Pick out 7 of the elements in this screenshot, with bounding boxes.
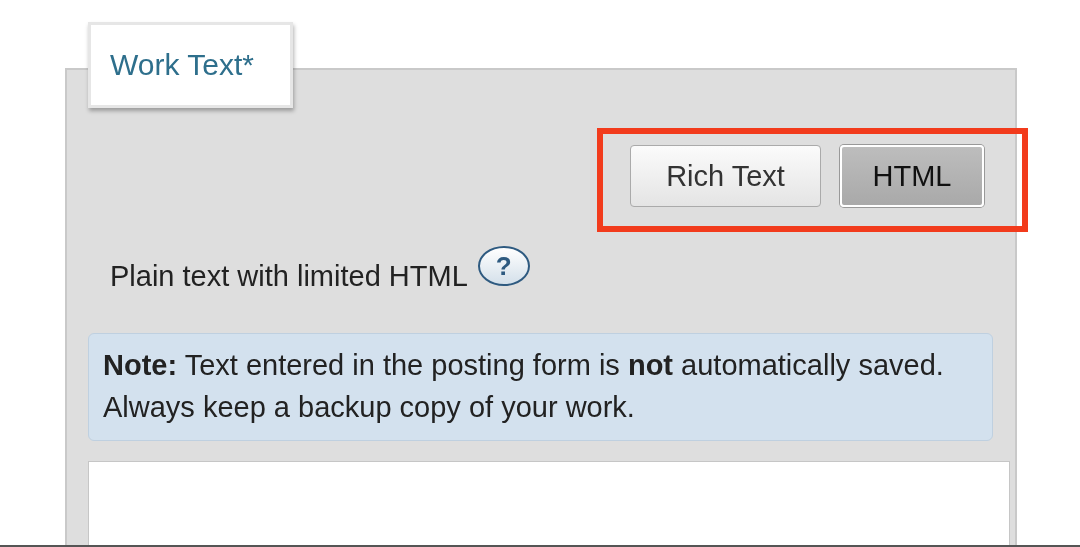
mode-button[interactable]: HTML xyxy=(840,145,984,207)
note-text: Note: Text entered in the posting form is not automatically saved. Always keep a backup copy of your work. xyxy=(88,333,993,441)
panel-legend: Work Text* xyxy=(88,22,293,108)
format-hint: Plain text with limited HTML xyxy=(110,260,468,293)
work-text-field[interactable] xyxy=(88,461,1010,547)
help-button[interactable]: ? xyxy=(477,246,530,286)
mode-button[interactable]: Rich Text xyxy=(630,145,821,207)
